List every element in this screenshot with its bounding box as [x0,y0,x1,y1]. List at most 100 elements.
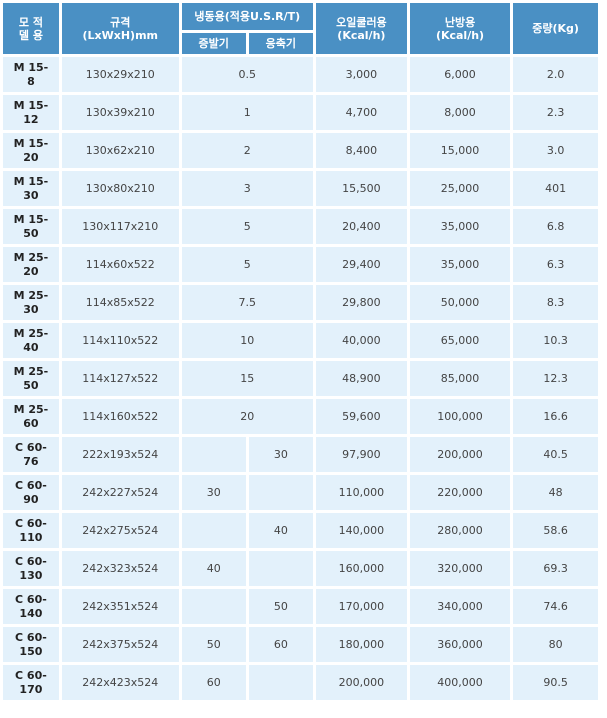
cell-refrigeration: 5 [181,247,313,282]
cell-size: 130x80x210 [61,171,179,206]
cell-size: 242x323x524 [61,551,179,586]
cell-heating: 340,000 [409,589,511,624]
header-weight: 중량(Kg) [513,3,598,54]
header-row-1: 모 적 델 용 규격 (LxWxH)mm 냉동용(적용U.S.R/T) 오일쿨러… [3,3,598,54]
header-condenser: 응축기 [248,33,313,54]
cell-model: C 60- 140 [3,589,59,624]
cell-oil-cooler: 40,000 [315,323,407,358]
header-refrigeration: 냉동용(적용U.S.R/T) [181,3,313,30]
cell-weight: 16.6 [513,399,598,434]
cell-weight: 74.6 [513,589,598,624]
cell-weight: 8.3 [513,285,598,320]
cell-condenser [248,475,313,510]
cell-heating: 65,000 [409,323,511,358]
cell-evaporator: 30 [181,475,246,510]
cell-model: M 15- 30 [3,171,59,206]
cell-weight: 6.8 [513,209,598,244]
cell-weight: 2.0 [513,57,598,92]
header-evaporator: 증발기 [181,33,246,54]
cell-model: C 60- 90 [3,475,59,510]
cell-oil-cooler: 8,400 [315,133,407,168]
cell-size: 242x227x524 [61,475,179,510]
cell-oil-cooler: 20,400 [315,209,407,244]
cell-size: 114x127x522 [61,361,179,396]
cell-weight: 58.6 [513,513,598,548]
table-row: M 25- 40 114x110x522 10 40,000 65,000 10.3 [3,323,598,358]
cell-heating: 200,000 [409,437,511,472]
spec-table-container: 모 적 델 용 규격 (LxWxH)mm 냉동용(적용U.S.R/T) 오일쿨러… [3,0,603,703]
cell-size: 130x39x210 [61,95,179,130]
cell-model: M 25- 60 [3,399,59,434]
table-row: M 15- 20 130x62x210 2 8,400 15,000 3.0 [3,133,598,168]
cell-weight: 69.3 [513,551,598,586]
cell-refrigeration: 0.5 [181,57,313,92]
cell-evaporator [181,437,246,472]
cell-heating: 50,000 [409,285,511,320]
cell-heating: 280,000 [409,513,511,548]
cell-condenser: 40 [248,513,313,548]
cell-refrigeration: 7.5 [181,285,313,320]
cell-evaporator [181,589,246,624]
cell-size: 242x375x524 [61,627,179,662]
cell-weight: 80 [513,627,598,662]
cell-oil-cooler: 59,600 [315,399,407,434]
cell-heating: 35,000 [409,209,511,244]
table-row: M 15- 8 130x29x210 0.5 3,000 6,000 2.0 [3,57,598,92]
table-row: M 15- 50 130x117x210 5 20,400 35,000 6.8 [3,209,598,244]
cell-refrigeration: 3 [181,171,313,206]
cell-evaporator: 40 [181,551,246,586]
cell-condenser: 60 [248,627,313,662]
table-body: M 15- 8 130x29x210 0.5 3,000 6,000 2.0 M 15- 1… [3,57,598,700]
cell-size: 114x160x522 [61,399,179,434]
cell-refrigeration: 5 [181,209,313,244]
cell-model: C 60- 150 [3,627,59,662]
cell-refrigeration: 20 [181,399,313,434]
cell-model: M 15- 8 [3,57,59,92]
table-row: C 60- 76 222x193x524 30 97,900 200,000 40.5 [3,437,598,472]
table-row: C 60- 140 242x351x524 50 170,000 340,000 74.6 [3,589,598,624]
cell-oil-cooler: 110,000 [315,475,407,510]
table-row: M 25- 20 114x60x522 5 29,400 35,000 6.3 [3,247,598,282]
table-row: M 25- 60 114x160x522 20 59,600 100,000 16.6 [3,399,598,434]
cell-size: 114x60x522 [61,247,179,282]
cell-weight: 48 [513,475,598,510]
header-oil-cooler: 오일쿨러용 (Kcal/h) [315,3,407,54]
cell-oil-cooler: 170,000 [315,589,407,624]
table-row: M 25- 30 114x85x522 7.5 29,800 50,000 8.3 [3,285,598,320]
table-row: M 15- 30 130x80x210 3 15,500 25,000 401 [3,171,598,206]
cell-weight: 2.3 [513,95,598,130]
cell-heating: 35,000 [409,247,511,282]
cell-size: 242x423x524 [61,665,179,700]
cell-condenser [248,665,313,700]
cell-model: C 60- 130 [3,551,59,586]
cell-model: C 60- 76 [3,437,59,472]
cell-heating: 400,000 [409,665,511,700]
cell-oil-cooler: 180,000 [315,627,407,662]
cell-weight: 90.5 [513,665,598,700]
header-spec: 규격 (LxWxH)mm [61,3,179,54]
cell-model: M 15- 50 [3,209,59,244]
cell-weight: 3.0 [513,133,598,168]
cell-model: M 25- 30 [3,285,59,320]
table-row: M 15- 12 130x39x210 1 4,700 8,000 2.3 [3,95,598,130]
cell-weight: 12.3 [513,361,598,396]
cell-condenser: 50 [248,589,313,624]
cell-heating: 100,000 [409,399,511,434]
table-row: M 25- 50 114x127x522 15 48,900 85,000 12.3 [3,361,598,396]
cell-oil-cooler: 3,000 [315,57,407,92]
table-row: C 60- 150 242x375x524 50 60 180,000 360,000 80 [3,627,598,662]
cell-refrigeration: 2 [181,133,313,168]
cell-refrigeration: 10 [181,323,313,358]
cell-size: 242x275x524 [61,513,179,548]
cell-condenser: 30 [248,437,313,472]
cell-size: 114x110x522 [61,323,179,358]
cell-oil-cooler: 160,000 [315,551,407,586]
cell-heating: 85,000 [409,361,511,396]
table-row: C 60- 110 242x275x524 40 140,000 280,000 58.6 [3,513,598,548]
cell-size: 242x351x524 [61,589,179,624]
cell-heating: 360,000 [409,627,511,662]
cell-condenser [248,551,313,586]
cell-evaporator: 60 [181,665,246,700]
cell-evaporator: 50 [181,627,246,662]
cell-model: M 15- 20 [3,133,59,168]
